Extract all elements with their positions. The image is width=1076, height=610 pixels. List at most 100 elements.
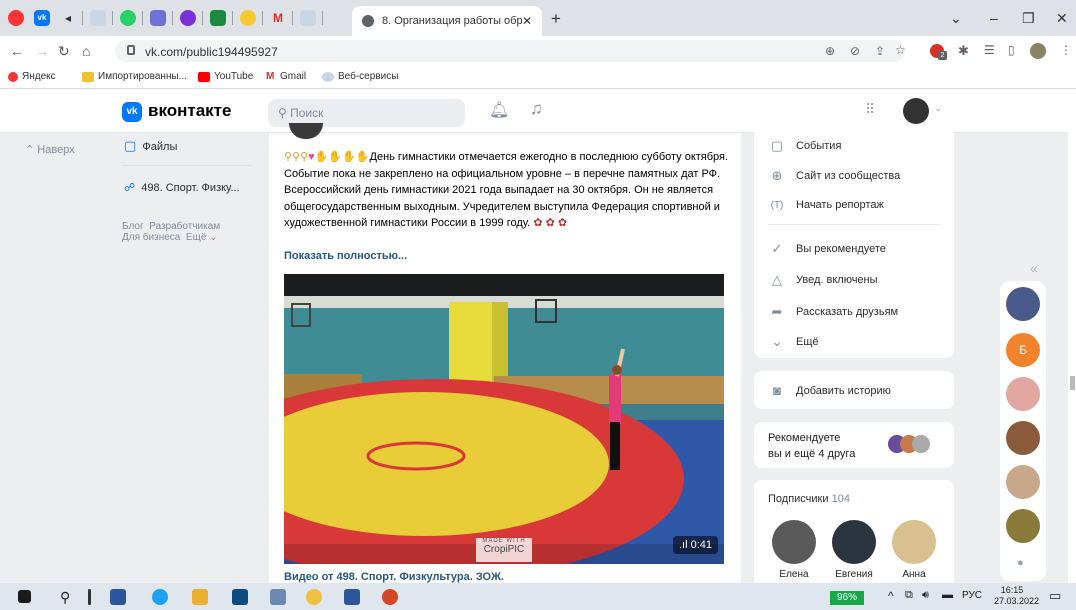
battery-percent[interactable]: 96% [830,591,864,605]
home-icon[interactable]: ⌂ [82,43,90,59]
menu-item-recommend[interactable]: ✓ Вы рекомендуете [768,241,886,257]
language-indicator[interactable]: РУС [962,590,982,601]
group-link[interactable]: ☍ 498. Спорт. Физку... [124,181,240,194]
video-caption[interactable]: Видео от 498. Спорт. Физкультура. ЗОЖ. [284,571,504,583]
reload-icon[interactable]: ↻ [58,43,70,60]
subscriber-name[interactable]: Елена [764,569,824,580]
apps-grid-icon[interactable]: ⠿ [865,101,875,118]
zoom-icon[interactable]: ⊕ [825,44,835,58]
chat-bubble[interactable] [1006,509,1040,543]
chat-bubble[interactable] [1006,421,1040,455]
app-icon[interactable] [270,589,286,605]
files-link[interactable]: ▢ Файлы [124,138,177,154]
search-icon[interactable]: ⚲ [60,589,76,605]
post-author-avatar[interactable] [289,123,323,139]
powerpoint-icon[interactable] [382,589,398,605]
menu-item-share[interactable]: ➦ Рассказать друзьям [768,304,899,320]
close-tab-icon[interactable]: ✕ [522,14,532,28]
reading-list-icon[interactable]: ☰ [984,43,995,57]
friend-avatar[interactable] [912,435,930,453]
bookmark-star-icon[interactable]: ☆ [895,43,906,57]
chrome-icon[interactable] [306,589,322,605]
whatsapp-tab-icon[interactable] [120,10,136,26]
add-story-card[interactable]: ◙ Добавить историю [754,371,954,409]
volume-icon[interactable]: 🔊︎ [922,589,929,602]
yandex-browser-icon[interactable] [8,10,24,26]
bookmark-gmail[interactable]: M Gmail [266,71,306,82]
chat-icon[interactable]: ● [1017,557,1024,569]
file-explorer-icon[interactable] [192,589,208,605]
gmail-tab-icon[interactable]: M [270,10,286,26]
footer-link-blog[interactable]: Блог [122,221,144,232]
tab-search-icon[interactable]: ⌄ [950,10,962,27]
vk-logo-icon[interactable]: vk [122,102,142,122]
menu-item-broadcast[interactable]: (T) Начать репортаж [768,199,884,211]
user-avatar[interactable] [903,98,929,124]
edge-icon[interactable] [152,589,168,605]
tracking-icon[interactable]: ⊘ [850,44,860,58]
forward-icon[interactable]: → [35,43,49,59]
extensions-puzzle-icon[interactable]: ✱ [958,43,969,59]
omnibox[interactable]: vk.com/public194495927 ⊕ ⊘ ⇪ ☆ [115,40,906,62]
subscriber-avatar[interactable] [832,520,876,564]
notifications-icon[interactable]: ▭ [1049,588,1061,604]
menu-item-site[interactable]: ⊕ Сайт из сообщества [768,168,901,184]
back-to-top-button[interactable]: ⌃ Наверх [25,143,75,156]
footer-link-business[interactable]: Для бизнеса [122,232,180,243]
bookmark-web-services[interactable]: Веб-сервисы [322,71,398,82]
clock[interactable]: 16:15 27.03.2022 [994,585,1039,607]
windows-start-icon[interactable] [18,590,31,603]
add-story-button[interactable]: ◙ Добавить историю [768,383,891,398]
restore-button[interactable]: ❐ [1022,10,1035,27]
lightbulb-tab-icon[interactable] [240,10,256,26]
battery-icon[interactable]: ▬ [942,589,953,601]
footer-link-developers[interactable]: Разработчикам [149,221,220,232]
pinned-tab-icon[interactable] [150,10,166,26]
chat-bubble[interactable] [1006,465,1040,499]
bookmark-youtube[interactable]: YouTube [198,71,253,82]
active-tab[interactable]: 8. Организация работы образо ✕ [352,6,542,36]
subscriber-name[interactable]: Евгения [824,569,884,580]
new-tab-button[interactable]: + [551,9,561,29]
menu-item-notifications[interactable]: △ Увед. включены [768,272,878,288]
subscribers-header[interactable]: Подписчики 104 [768,493,850,505]
close-window-button[interactable]: ✕ [1056,10,1068,27]
word-icon[interactable] [344,589,360,605]
pinned-tab-icon[interactable] [210,10,226,26]
menu-icon[interactable]: ⋮ [1060,43,1072,57]
subscriber-name[interactable]: Анна [884,569,944,580]
bookmark-imported[interactable]: Импортированны... [82,71,187,82]
chevron-down-icon[interactable]: ⌄ [934,103,942,114]
menu-item-events[interactable]: ▢ События [768,138,842,154]
profile-avatar[interactable] [1030,43,1046,59]
chat-bubble[interactable]: Б [1006,333,1040,367]
tray-chevron-icon[interactable]: ^ [888,589,894,603]
subscriber-avatar[interactable] [892,520,936,564]
pinned-tab-icon[interactable] [90,10,106,26]
pinned-tab-icon[interactable] [300,10,316,26]
bookmark-yandex[interactable]: Яндекс [8,71,56,82]
network-icon[interactable]: ⧉ [905,589,913,602]
chat-bubble[interactable] [1006,377,1040,411]
audio-tab-icon[interactable]: ◂ [60,10,76,26]
collapse-chats-icon[interactable]: « [1030,260,1038,276]
store-icon[interactable] [110,589,126,605]
notifications-bell-icon[interactable]: 🔔︎ [489,100,509,120]
footer-link-more[interactable]: Ещё [186,232,206,243]
chat-bubble[interactable] [1006,287,1040,321]
music-icon[interactable]: ♫ [530,99,543,119]
task-view-icon[interactable] [88,589,91,605]
subscriber-avatar[interactable] [772,520,816,564]
vk-tab-icon[interactable]: vk [34,10,50,26]
side-panel-icon[interactable]: ▯ [1008,43,1015,57]
share-icon[interactable]: ⇪ [875,44,885,58]
mail-icon[interactable] [232,589,248,605]
menu-item-more[interactable]: ⌄ Ещё [768,334,819,350]
back-icon[interactable]: ← [10,43,24,59]
pinned-tab-icon[interactable] [180,10,196,26]
show-more-link[interactable]: Показать полностью... [284,250,407,262]
vk-logo-text[interactable]: ВКОНТАКТЕ [148,101,231,121]
scrollbar[interactable] [1070,376,1075,390]
video-player[interactable]: MADE WITH CropiPIC .ıl 0:41 [284,274,724,564]
minimize-button[interactable]: – [990,10,998,26]
